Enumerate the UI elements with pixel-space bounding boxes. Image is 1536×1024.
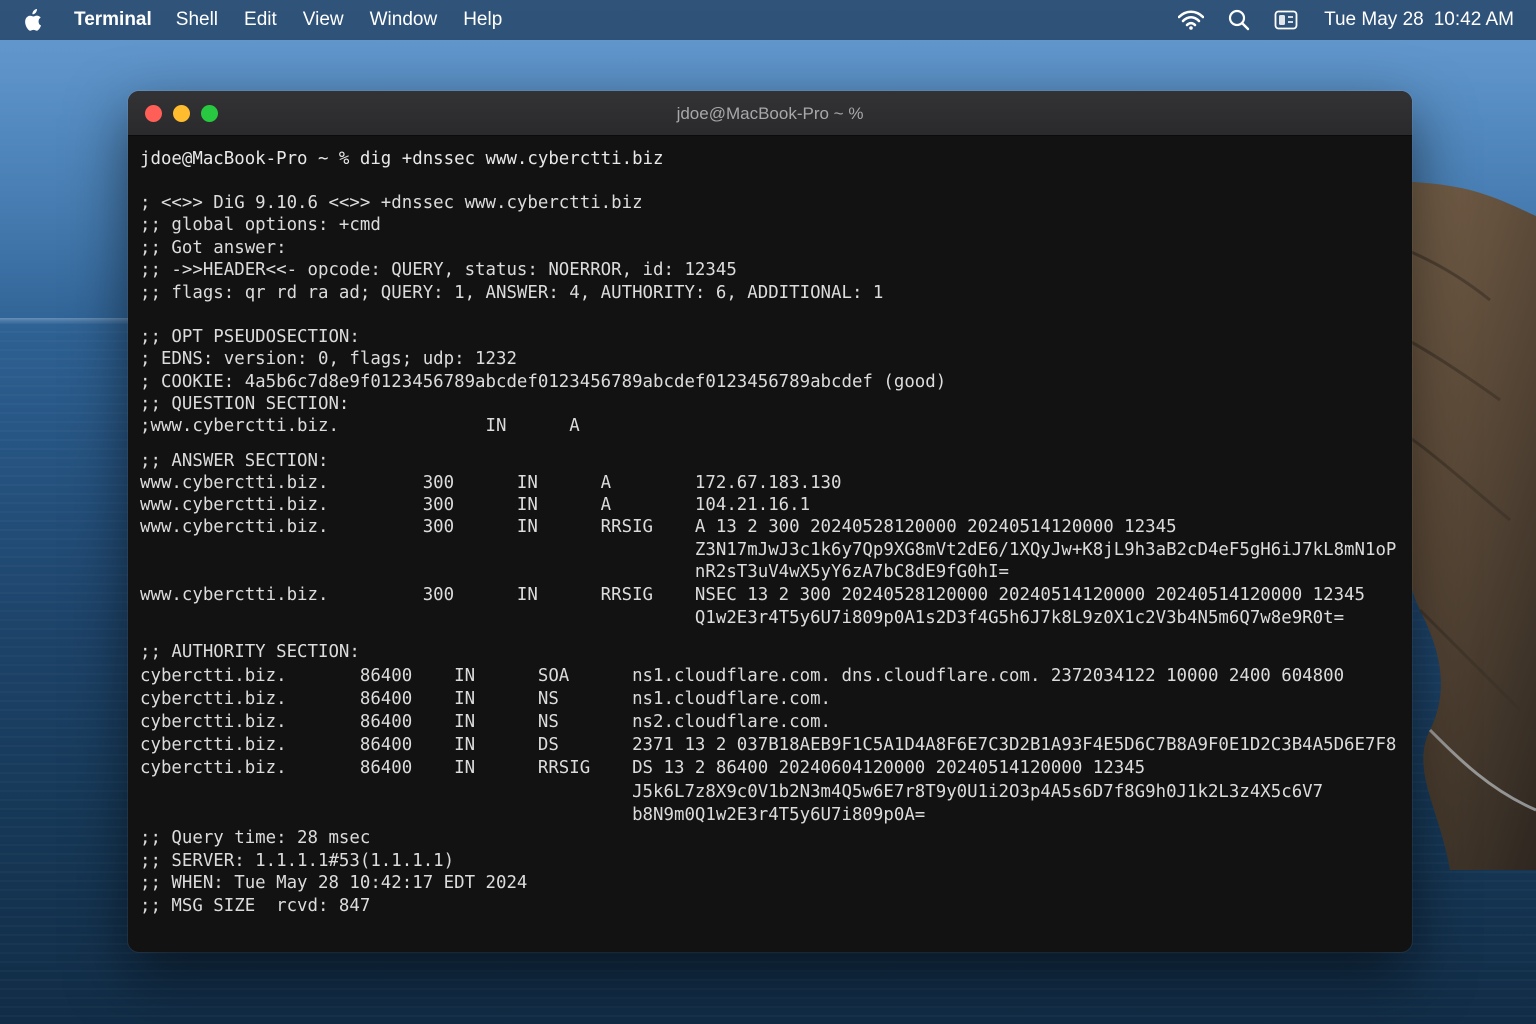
output-line: Z3N17mJwJ3c1k6y7Qp9XG8mVt2dE6/1XQyJw+K8j…: [140, 540, 1397, 560]
output-line: cyberctti.biz. 86400 IN NS ns2.cloudflar…: [140, 712, 832, 732]
output-line: J5k6L7z8X9c0V1b2N3m4Q5w6E7r8T9y0U1i2O3p4…: [140, 782, 1324, 802]
search-icon[interactable]: [1228, 9, 1250, 31]
output-line: cyberctti.biz. 86400 IN RRSIG DS 13 2 86…: [140, 758, 1146, 778]
menu-bar-status-area: Tue May 28 10:42 AM: [1154, 9, 1514, 31]
output-line: ;www.cyberctti.biz. IN A: [140, 416, 580, 436]
output-line: ;; SERVER: 1.1.1.1#53(1.1.1.1): [140, 851, 455, 871]
output-line: www.cyberctti.biz. 300 IN RRSIG A 13 2 3…: [140, 517, 1177, 537]
output-line: cyberctti.biz. 86400 IN DS 2371 13 2 037…: [140, 735, 1397, 755]
output-line: nR2sT3uV4wX5yY6zA7bC8dE9fG0hI=: [140, 562, 1010, 582]
output-line: ;; QUESTION SECTION:: [140, 394, 350, 414]
output-line: www.cyberctti.biz. 300 IN RRSIG NSEC 13 …: [140, 585, 1365, 605]
output-line: ; EDNS: version: 0, flags; udp: 1232: [140, 349, 517, 369]
output-line: ; COOKIE: 4a5b6c7d8e9f0123456789abcdef01…: [140, 372, 947, 392]
output-line: ;; Query time: 28 msec: [140, 828, 371, 848]
output-line: www.cyberctti.biz. 300 IN A 104.21.16.1: [140, 495, 811, 515]
menu-edit[interactable]: Edit: [244, 9, 277, 31]
output-line: ;; WHEN: Tue May 28 10:42:17 EDT 2024: [140, 873, 528, 893]
menu-app-name[interactable]: Terminal: [74, 9, 152, 31]
prompt-line: jdoe@MacBook-Pro ~ % dig +dnssec www.cyb…: [140, 149, 664, 169]
output-line: ;; ->>HEADER<<- opcode: QUERY, status: N…: [140, 260, 737, 280]
output-line: ;; Got answer:: [140, 238, 287, 258]
terminal-window: jdoe@MacBook-Pro ~ % jdoe@MacBook-Pro ~ …: [128, 91, 1412, 952]
window-titlebar[interactable]: jdoe@MacBook-Pro ~ %: [128, 91, 1412, 136]
clock-time: 10:42 AM: [1433, 9, 1514, 30]
output-line: Q1w2E3r4T5y6U7i809p0A1s2D3f4G5h6J7k8L9z0…: [140, 608, 1345, 628]
terminal-output[interactable]: jdoe@MacBook-Pro ~ % dig +dnssec www.cyb…: [140, 147, 1408, 947]
output-line: ;; AUTHORITY SECTION:: [140, 642, 360, 662]
output-line: b8N9m0Q1w2E3r4T5y6U7i809p0A=: [140, 805, 926, 825]
output-line: ;; OPT PSEUDOSECTION:: [140, 327, 360, 347]
output-line: www.cyberctti.biz. 300 IN A 172.67.183.1…: [140, 473, 842, 493]
window-title: jdoe@MacBook-Pro ~ %: [676, 104, 864, 123]
control-center-icon[interactable]: [1274, 10, 1298, 30]
wifi-icon[interactable]: [1178, 10, 1205, 30]
output-line: cyberctti.biz. 86400 IN SOA ns1.cloudfla…: [140, 666, 1345, 686]
output-line: ;; ANSWER SECTION:: [140, 451, 329, 471]
output-line: ; <<>> DiG 9.10.6 <<>> +dnssec www.cyber…: [140, 193, 643, 213]
output-line: cyberctti.biz. 86400 IN NS ns1.cloudflar…: [140, 689, 832, 709]
menu-bar: Terminal Shell Edit View Window Help Tue…: [0, 0, 1536, 40]
apple-icon[interactable]: [22, 8, 44, 32]
menu-view[interactable]: View: [303, 9, 344, 31]
menu-bar-clock[interactable]: Tue May 28 10:42 AM: [1324, 9, 1514, 31]
output-line: ;; global options: +cmd: [140, 215, 381, 235]
output-line: ;; MSG SIZE rcvd: 847: [140, 896, 371, 916]
menu-window[interactable]: Window: [370, 9, 438, 31]
menu-help[interactable]: Help: [463, 9, 502, 31]
menu-shell[interactable]: Shell: [176, 9, 218, 31]
clock-date: Tue May 28: [1324, 9, 1424, 30]
output-line: ;; flags: qr rd ra ad; QUERY: 1, ANSWER:…: [140, 283, 884, 303]
